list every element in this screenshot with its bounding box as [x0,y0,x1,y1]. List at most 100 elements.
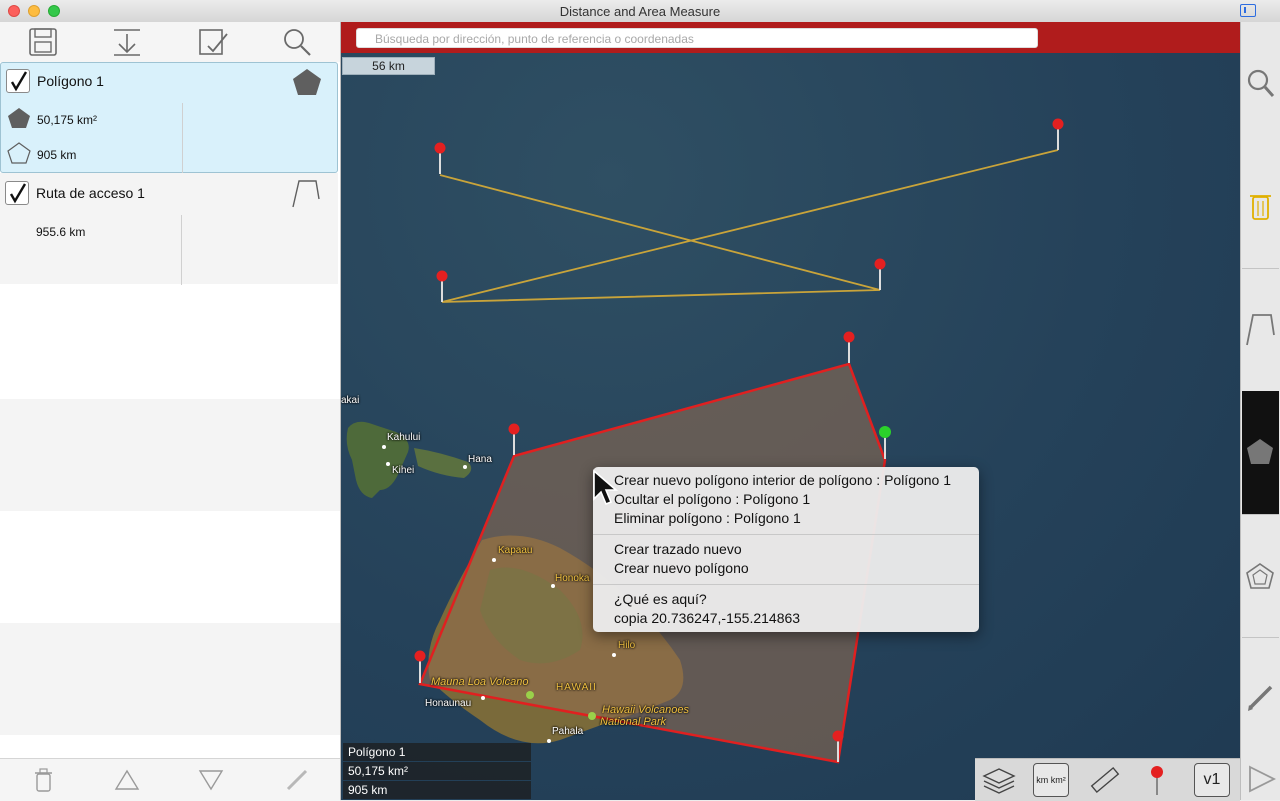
info-perimeter: 905 km [343,781,531,799]
item-title: Ruta de acceso 1 [36,185,145,201]
polygon-outline-tool-icon [1246,563,1274,589]
map-label: Hawaii Volcanoes [602,704,690,716]
visibility-checkbox[interactable] [6,69,30,93]
map-label: Pahala [552,726,584,737]
map-view[interactable]: Búsqueda por dirección, punto de referen… [341,22,1240,800]
units-icon[interactable]: km km² [1033,763,1069,797]
pentagon-filled-icon [293,69,321,95]
place-dot [382,445,386,449]
right-toolbar [1240,22,1280,800]
list-bottom-toolbar [0,758,340,801]
pin-icon[interactable] [508,423,520,456]
menu-item-whats-here[interactable]: ¿Qué es aquí? [614,591,707,607]
map-label: Hilo [618,640,636,651]
place-dot [463,465,467,469]
park-icon [588,712,596,720]
item-distance: 955.6 km [36,225,86,239]
edit-icon[interactable] [284,767,310,793]
empty-row [0,623,340,735]
visibility-checkbox[interactable] [5,181,29,205]
divider [181,215,182,285]
pencil-icon[interactable] [1242,680,1279,714]
checklist-icon[interactable] [196,26,230,58]
map-label: Hana [468,454,492,465]
map-label: akai [341,395,360,406]
map-label: Honoka [555,573,590,584]
empty-rows [0,287,340,735]
mouse-cursor-icon [593,469,618,506]
info-area: 50,175 km² [343,762,531,780]
title-bar: Distance and Area Measure [0,0,1280,23]
menu-item-new-polygon[interactable]: Crear nuevo polígono [614,560,749,576]
place-dot [481,696,485,700]
perimeter-icon [7,142,31,164]
area-icon [8,108,30,128]
map-label: Kapaau [498,545,533,556]
item-area: 50,175 km² [37,113,98,127]
pin-icon[interactable] [874,258,886,291]
layers-icon[interactable] [981,763,1017,797]
place-dot [386,462,390,466]
search-icon[interactable] [280,26,314,58]
search-icon[interactable] [1242,66,1279,100]
version-icon[interactable]: v1 [1194,763,1230,797]
empty-row [0,399,340,511]
route-line[interactable] [439,149,1059,303]
trash-icon[interactable] [30,767,56,793]
sidebar-toggle-icon[interactable] [1240,4,1256,17]
menu-item-hide-polygon[interactable]: Ocultar el polígono : Polígono 1 [614,491,810,507]
play-icon[interactable] [1242,762,1279,796]
trash-icon[interactable] [1242,190,1279,224]
checkmark-icon [10,71,28,92]
polygon-outline-tool-button[interactable] [1242,514,1279,638]
polygon-filled-tool-icon [1247,439,1273,464]
checkmark-icon [9,183,27,204]
menu-separator [593,534,979,535]
map-label: Kihei [392,465,415,476]
menu-item-new-path[interactable]: Crear trazado nuevo [614,541,742,557]
path-tool-icon [1246,314,1275,346]
island-maui-east [414,448,472,478]
pin-icon[interactable] [1139,763,1175,797]
map-label: HAWAII [556,682,597,693]
search-input[interactable]: Búsqueda por dirección, punto de referen… [356,28,1038,48]
context-menu: Crear nuevo polígono interior de polígon… [593,467,979,632]
path-tool-button[interactable] [1242,268,1279,392]
pin-icon[interactable] [1052,118,1064,151]
menu-separator [593,584,979,585]
map-tools-bar: km km² v1 [975,758,1240,801]
scale-bar: 56 km [342,57,435,75]
item-title: Polígono 1 [37,73,104,89]
place-dot [547,739,551,743]
pin-icon[interactable] [434,142,446,175]
list-toolbar [0,22,340,62]
menu-item-create-inner-polygon[interactable]: Crear nuevo polígono interior de polígon… [614,472,951,488]
pin-icon[interactable] [843,331,855,364]
import-icon[interactable] [110,26,144,58]
ruler-icon[interactable] [1087,763,1123,797]
left-panel: Polígono 1 50,175 km² 905 km Ruta de acc… [0,22,341,801]
empty-row [0,511,340,623]
pin-icon[interactable] [436,270,448,303]
measurement-list: Polígono 1 50,175 km² 905 km Ruta de acc… [0,62,340,285]
map-label: Mauna Loa Volcano [431,676,529,688]
path-icon [292,180,320,208]
empty-row [0,287,340,399]
move-up-icon[interactable] [114,767,140,793]
save-icon[interactable] [26,26,60,58]
menu-item-copy-coordinates[interactable]: copia 20.736247,-155.214863 [614,610,800,626]
move-down-icon[interactable] [198,767,224,793]
place-dot [492,558,496,562]
search-bar: Búsqueda por dirección, punto de referen… [341,22,1240,53]
place-dot [612,653,616,657]
polygon-filled-tool-button[interactable] [1242,391,1279,514]
info-name: Polígono 1 [343,743,531,761]
list-item-polygon[interactable]: Polígono 1 50,175 km² 905 km [0,62,338,173]
item-perimeter: 905 km [37,148,77,162]
window-title: Distance and Area Measure [559,4,721,19]
place-dot [551,584,555,588]
map-label: National Park [600,716,667,728]
menu-item-delete-polygon[interactable]: Eliminar polígono : Polígono 1 [614,510,801,526]
list-item-route[interactable]: Ruta de acceso 1 955.6 km [0,173,338,285]
divider [182,103,183,173]
